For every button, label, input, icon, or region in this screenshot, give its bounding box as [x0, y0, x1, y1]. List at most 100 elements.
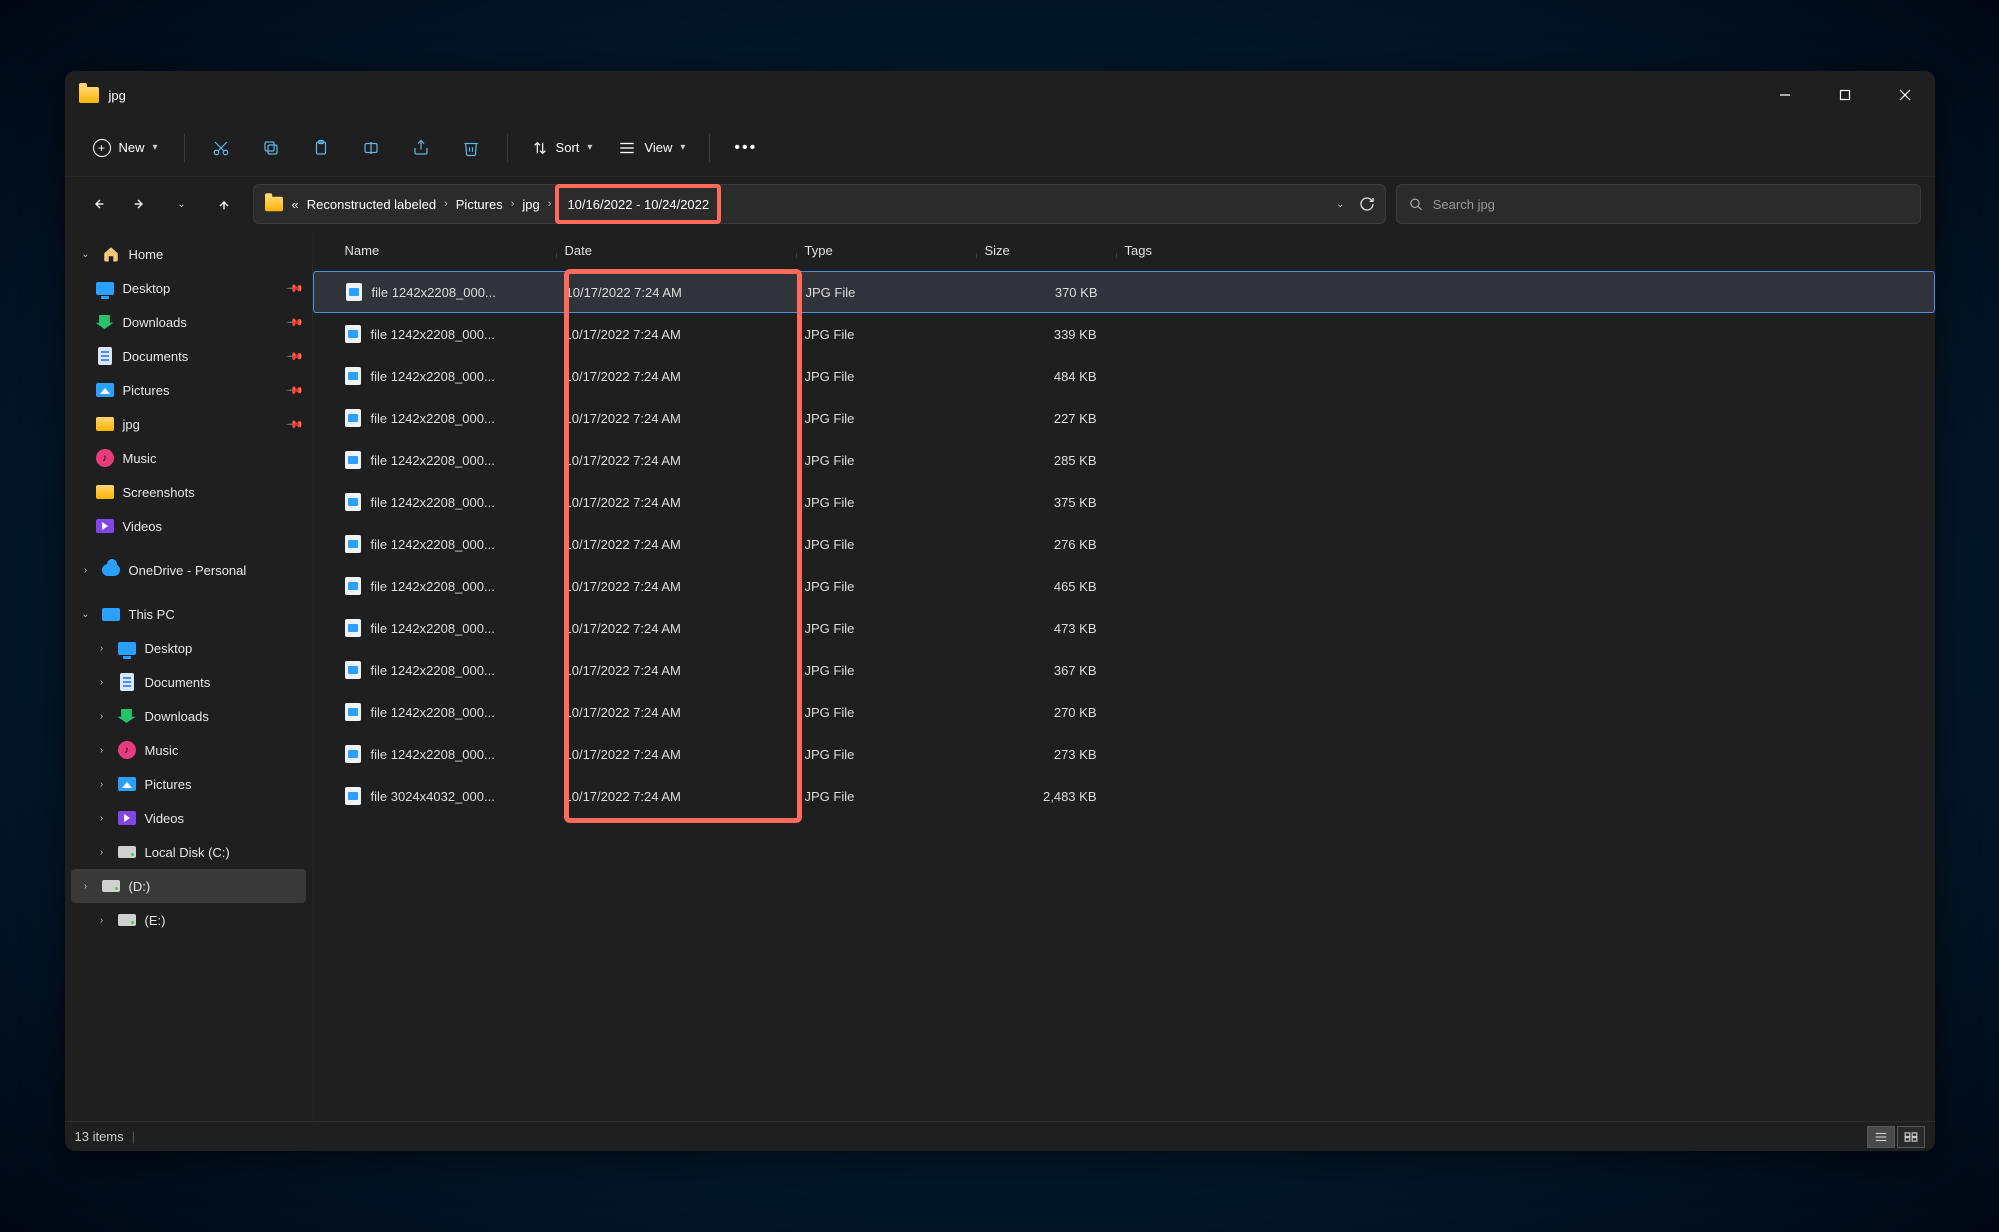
- search-input[interactable]: [1433, 197, 1908, 212]
- address-history-button[interactable]: ⌄: [1336, 199, 1344, 210]
- sidebar-label: OneDrive - Personal: [129, 563, 247, 578]
- minimize-button[interactable]: [1755, 71, 1815, 119]
- breadcrumb-item[interactable]: Pictures ›: [456, 197, 515, 212]
- sidebar-item-thispc[interactable]: ⌄ This PC: [65, 597, 312, 631]
- file-row[interactable]: file 1242x2208_000...10/17/2022 7:24 AMJ…: [313, 313, 1935, 355]
- share-button[interactable]: [399, 130, 443, 166]
- file-size: 375 KB: [977, 495, 1117, 510]
- file-explorer-window: jpg + New ▾: [65, 71, 1935, 1151]
- view-label: View: [644, 140, 672, 155]
- more-button[interactable]: •••: [724, 135, 767, 161]
- sidebar-item[interactable]: ♪Music: [65, 441, 312, 475]
- delete-button[interactable]: [449, 130, 493, 166]
- sidebar-item[interactable]: ›Local Disk (C:): [65, 835, 312, 869]
- file-row[interactable]: file 1242x2208_000...10/17/2022 7:24 AMJ…: [313, 355, 1935, 397]
- file-row[interactable]: file 1242x2208_000...10/17/2022 7:24 AMJ…: [313, 523, 1935, 565]
- breadcrumb-ellipsis[interactable]: «: [292, 197, 299, 212]
- address-bar[interactable]: « Reconstructed labeled › Pictures › jpg…: [253, 184, 1386, 224]
- file-date: 10/17/2022 7:24 AM: [557, 327, 797, 342]
- search-box[interactable]: [1396, 184, 1921, 224]
- chevron-right-icon: ›: [79, 881, 93, 892]
- sidebar-item[interactable]: Videos: [65, 509, 312, 543]
- rename-button[interactable]: [349, 130, 393, 166]
- file-row[interactable]: file 1242x2208_000...10/17/2022 7:24 AMJ…: [313, 649, 1935, 691]
- file-row[interactable]: file 1242x2208_000...10/17/2022 7:24 AMJ…: [313, 439, 1935, 481]
- sidebar-label: Downloads: [145, 709, 209, 724]
- sidebar-item-onedrive[interactable]: › OneDrive - Personal: [65, 553, 312, 587]
- sidebar-item[interactable]: ›♪Music: [65, 733, 312, 767]
- pin-icon: 📌: [285, 347, 304, 366]
- cloud-icon: [101, 560, 121, 580]
- column-size[interactable]: Size: [977, 243, 1117, 258]
- file-row[interactable]: file 1242x2208_000...10/17/2022 7:24 AMJ…: [313, 691, 1935, 733]
- sidebar-item[interactable]: Screenshots: [65, 475, 312, 509]
- file-row[interactable]: file 1242x2208_000...10/17/2022 7:24 AMJ…: [313, 733, 1935, 775]
- file-icon: [345, 661, 361, 679]
- file-icon: [345, 577, 361, 595]
- column-date[interactable]: Date: [557, 243, 797, 258]
- sidebar-item[interactable]: Downloads📌: [65, 305, 312, 339]
- file-icon: [346, 283, 362, 301]
- command-bar: + New ▾ Sort ▾ View: [65, 119, 1935, 177]
- sidebar-label: Desktop: [123, 281, 171, 296]
- new-label: New: [119, 140, 145, 155]
- close-button[interactable]: [1875, 71, 1935, 119]
- sidebar-item[interactable]: Desktop📌: [65, 271, 312, 305]
- file-name: file 1242x2208_000...: [338, 283, 558, 301]
- file-row[interactable]: file 1242x2208_000...10/17/2022 7:24 AMJ…: [313, 607, 1935, 649]
- column-tags[interactable]: Tags: [1117, 243, 1237, 258]
- breadcrumb-filter[interactable]: 10/16/2022 - 10/24/2022: [567, 197, 709, 212]
- chevron-right-icon: ›: [95, 847, 109, 858]
- chevron-right-icon: ›: [95, 915, 109, 926]
- sidebar-item-home[interactable]: ⌄ Home: [65, 237, 312, 271]
- sidebar-item[interactable]: ›Videos: [65, 801, 312, 835]
- column-type[interactable]: Type: [797, 243, 977, 258]
- sidebar-item[interactable]: ›Desktop: [65, 631, 312, 665]
- sidebar-item[interactable]: ›Documents: [65, 665, 312, 699]
- folder-icon: [265, 197, 283, 211]
- sidebar-item[interactable]: Documents📌: [65, 339, 312, 373]
- file-icon: [345, 325, 361, 343]
- file-row[interactable]: file 3024x4032_000...10/17/2022 7:24 AMJ…: [313, 775, 1935, 817]
- file-row[interactable]: file 1242x2208_000...10/17/2022 7:24 AMJ…: [313, 397, 1935, 439]
- sidebar-item[interactable]: ›Pictures: [65, 767, 312, 801]
- file-row[interactable]: file 1242x2208_000...10/17/2022 7:24 AMJ…: [313, 481, 1935, 523]
- sidebar-item[interactable]: ›(D:): [71, 869, 306, 903]
- file-date: 10/17/2022 7:24 AM: [557, 747, 797, 762]
- file-row[interactable]: file 1242x2208_000...10/17/2022 7:24 AMJ…: [313, 565, 1935, 607]
- sidebar-item[interactable]: ›(E:): [65, 903, 312, 937]
- file-type: JPG File: [797, 327, 977, 342]
- new-button[interactable]: + New ▾: [81, 133, 170, 163]
- file-icon: [345, 535, 361, 553]
- chevron-down-icon: ▾: [680, 142, 685, 153]
- details-view-button[interactable]: [1867, 1126, 1895, 1148]
- file-name: file 1242x2208_000...: [337, 409, 557, 427]
- breadcrumb-item[interactable]: Reconstructed labeled ›: [307, 197, 448, 212]
- sidebar-item[interactable]: ›Downloads: [65, 699, 312, 733]
- chevron-down-icon: ⌄: [79, 249, 93, 260]
- column-name[interactable]: Name: [337, 243, 557, 258]
- chevron-down-icon: ▾: [153, 142, 158, 153]
- forward-button[interactable]: [121, 185, 159, 223]
- copy-button[interactable]: [249, 130, 293, 166]
- sidebar-item[interactable]: jpg📌: [65, 407, 312, 441]
- paste-button[interactable]: [299, 130, 343, 166]
- thumbnails-view-button[interactable]: [1897, 1126, 1925, 1148]
- breadcrumb-item[interactable]: jpg ›: [522, 197, 551, 212]
- file-row[interactable]: file 1242x2208_000...10/17/2022 7:24 AMJ…: [313, 271, 1935, 313]
- cut-button[interactable]: [199, 130, 243, 166]
- file-icon: [345, 409, 361, 427]
- view-button[interactable]: View ▾: [608, 134, 695, 161]
- sort-button[interactable]: Sort ▾: [522, 134, 603, 162]
- file-date: 10/17/2022 7:24 AM: [557, 789, 797, 804]
- pin-icon: 📌: [285, 381, 304, 400]
- refresh-button[interactable]: [1359, 196, 1375, 212]
- sidebar-item[interactable]: Pictures📌: [65, 373, 312, 407]
- music-icon: ♪: [117, 740, 137, 760]
- up-button[interactable]: [205, 185, 243, 223]
- maximize-button[interactable]: [1815, 71, 1875, 119]
- back-button[interactable]: [79, 185, 117, 223]
- file-name: file 3024x4032_000...: [337, 787, 557, 805]
- chevron-right-icon: ›: [511, 198, 515, 210]
- recent-button[interactable]: ⌄: [163, 185, 201, 223]
